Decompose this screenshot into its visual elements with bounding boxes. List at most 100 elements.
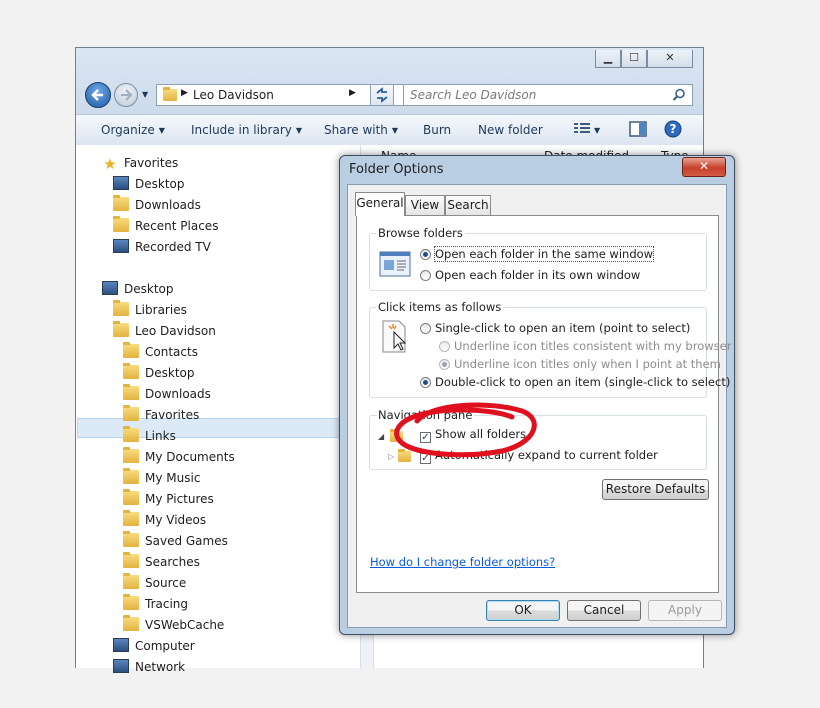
- nav-favorites[interactable]: ★ Favorites: [102, 153, 178, 173]
- nav-tracing[interactable]: Tracing: [123, 594, 188, 614]
- nav-label: Contacts: [145, 345, 198, 359]
- maximize-button[interactable]: ☐: [621, 50, 647, 68]
- nav-saved-games[interactable]: Saved Games: [123, 531, 228, 551]
- window-close-button[interactable]: ✕: [647, 50, 693, 68]
- help-icon: ?: [664, 120, 682, 138]
- double-click-label: Double-click to open an item (single-cli…: [435, 375, 731, 389]
- nav-favorites-downloads[interactable]: Downloads: [113, 195, 201, 215]
- help-link[interactable]: How do I change folder options?: [370, 555, 555, 569]
- share-with-button[interactable]: Share with ▼: [324, 123, 398, 137]
- same-window-option[interactable]: Open each folder in the same window: [420, 246, 655, 262]
- music-folder-icon: [123, 468, 139, 484]
- breadcrumb-arrow-icon[interactable]: ▶: [349, 88, 356, 98]
- search-icon: [672, 88, 685, 101]
- nav-desktop[interactable]: Desktop: [102, 279, 174, 299]
- new-folder-button[interactable]: New folder: [478, 123, 543, 137]
- preview-pane-button[interactable]: [629, 121, 647, 140]
- nav-label: Desktop: [124, 282, 174, 296]
- nav-contacts[interactable]: Contacts: [123, 342, 198, 362]
- own-window-option[interactable]: Open each folder in its own window: [420, 268, 640, 282]
- include-in-library-button[interactable]: Include in library ▼: [191, 123, 302, 137]
- command-bar: Organize ▼ Include in library ▼ Share with…: [76, 114, 703, 146]
- window-icon: [379, 251, 411, 277]
- nav-my-music[interactable]: My Music: [123, 468, 200, 488]
- nav-label: Desktop: [145, 366, 195, 380]
- click-cursor-icon: [382, 320, 407, 353]
- address-bar[interactable]: ▶ Leo Davidson ▶ ▼: [156, 84, 437, 106]
- desktop-icon: [113, 176, 129, 190]
- nav-recent-places[interactable]: Recent Places: [113, 216, 218, 236]
- own-window-radio[interactable]: [420, 270, 431, 281]
- breadcrumb-user[interactable]: Leo Davidson: [193, 88, 274, 102]
- minimize-button[interactable]: ▁: [595, 50, 621, 68]
- search-box[interactable]: Search Leo Davidson: [403, 84, 693, 106]
- nav-libraries[interactable]: Libraries: [113, 300, 187, 320]
- computer-icon: [113, 638, 129, 652]
- forward-button[interactable]: [114, 83, 138, 107]
- documents-folder-icon: [123, 447, 139, 463]
- views-button[interactable]: ▼: [574, 123, 600, 137]
- same-window-radio[interactable]: [420, 249, 431, 260]
- burn-button[interactable]: Burn: [423, 123, 451, 137]
- apply-button[interactable]: Apply: [648, 600, 722, 621]
- nav-links[interactable]: Links: [123, 426, 176, 446]
- nav-source[interactable]: Source: [123, 573, 186, 593]
- underline-point-label: Underline icon titles only when I point …: [454, 357, 721, 371]
- double-click-option[interactable]: Double-click to open an item (single-cli…: [420, 375, 730, 389]
- cancel-button[interactable]: Cancel: [567, 600, 641, 621]
- preview-pane-icon: [629, 121, 647, 137]
- dialog-close-button[interactable]: ✕: [682, 157, 726, 177]
- nav-my-videos[interactable]: My Videos: [123, 510, 206, 530]
- nav-label: Leo Davidson: [135, 324, 216, 338]
- folder-icon: [123, 594, 139, 610]
- nav-label: My Documents: [145, 450, 235, 464]
- own-window-label: Open each folder in its own window: [435, 268, 641, 282]
- nav-user-desktop[interactable]: Desktop: [123, 363, 195, 383]
- recent-pages-icon[interactable]: ▼: [142, 90, 148, 99]
- search-placeholder: Search Leo Davidson: [410, 88, 537, 102]
- downloads-folder-icon: [123, 384, 139, 400]
- click-items-legend: Click items as follows: [376, 300, 504, 314]
- nav-user-favorites[interactable]: Favorites: [123, 405, 199, 425]
- breadcrumb-arrow-icon[interactable]: ▶: [181, 88, 188, 98]
- nav-label: Favorites: [124, 156, 179, 170]
- nav-label: Searches: [145, 555, 200, 569]
- nav-favorites-desktop[interactable]: Desktop: [113, 174, 185, 194]
- browse-folders-legend: Browse folders: [376, 226, 465, 240]
- nav-recorded-tv[interactable]: Recorded TV: [113, 237, 211, 257]
- folder-icon: [123, 615, 139, 631]
- nav-label: Favorites: [145, 408, 200, 422]
- red-annotation-circle: [394, 402, 537, 458]
- links-folder-icon: [123, 426, 139, 442]
- nav-label: Downloads: [135, 198, 201, 212]
- nav-vswebcache[interactable]: VSWebCache: [123, 615, 224, 635]
- back-button[interactable]: [85, 82, 111, 108]
- desktop-icon: [102, 281, 118, 295]
- videos-folder-icon: [123, 510, 139, 526]
- help-button[interactable]: ?: [664, 120, 682, 141]
- restore-defaults-button[interactable]: Restore Defaults: [602, 479, 709, 500]
- nav-label: Desktop: [135, 177, 185, 191]
- nav-user-folder[interactable]: Leo Davidson: [113, 321, 216, 341]
- nav-label: Saved Games: [145, 534, 228, 548]
- nav-network[interactable]: Network: [113, 657, 185, 677]
- refresh-icon: [376, 87, 388, 103]
- ok-button[interactable]: OK: [486, 600, 560, 621]
- tab-general[interactable]: General: [355, 192, 405, 216]
- single-click-radio[interactable]: [420, 323, 431, 334]
- nav-searches[interactable]: Searches: [123, 552, 200, 572]
- double-click-radio[interactable]: [420, 377, 431, 388]
- nav-user-downloads[interactable]: Downloads: [123, 384, 211, 404]
- underline-browser-radio: [439, 341, 450, 352]
- single-click-option[interactable]: Single-click to open an item (point to s…: [420, 321, 690, 335]
- nav-label: Source: [145, 576, 187, 590]
- refresh-button[interactable]: [370, 84, 394, 106]
- views-icon: [574, 123, 590, 133]
- nav-my-pictures[interactable]: My Pictures: [123, 489, 214, 509]
- organize-button[interactable]: Organize ▼: [101, 123, 165, 137]
- tab-view[interactable]: View: [405, 195, 445, 215]
- nav-computer[interactable]: Computer: [113, 636, 195, 656]
- nav-my-documents[interactable]: My Documents: [123, 447, 235, 467]
- recent-places-icon: [113, 216, 129, 232]
- tab-search[interactable]: Search: [445, 195, 491, 215]
